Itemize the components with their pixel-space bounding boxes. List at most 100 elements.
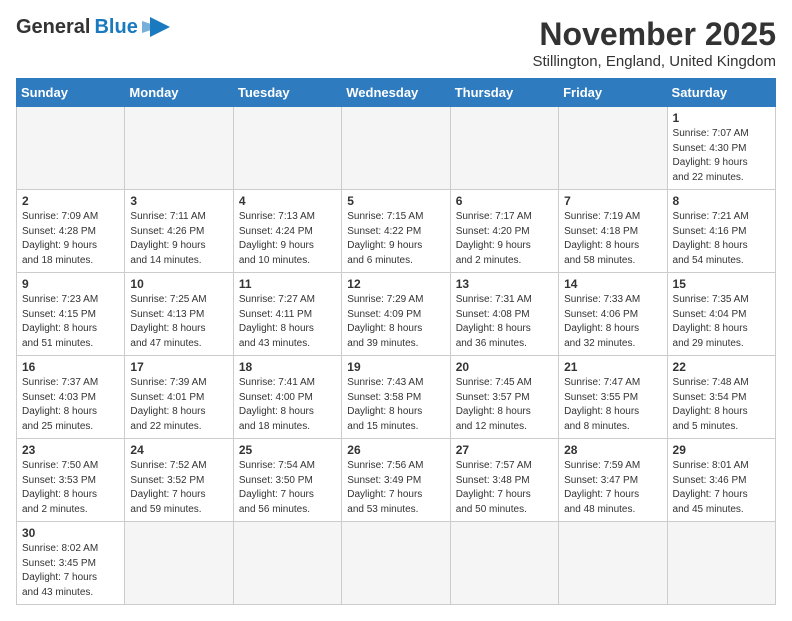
weekday-header-tuesday: Tuesday (233, 79, 341, 107)
calendar-cell (559, 522, 667, 605)
day-number: 30 (22, 526, 119, 540)
calendar-cell: 1 Sunrise: 7:07 AM Sunset: 4:30 PM Daylig… (667, 107, 775, 190)
calendar-cell: 16 Sunrise: 7:37 AM Sunset: 4:03 PM Dayli… (17, 356, 125, 439)
day-number: 5 (347, 194, 444, 208)
day-info: Sunrise: 7:37 AM Sunset: 4:03 PM Dayligh… (22, 376, 119, 434)
calendar-cell (17, 107, 125, 190)
day-info: Sunrise: 7:57 AM Sunset: 3:48 PM Dayligh… (456, 459, 553, 517)
calendar-cell: 11 Sunrise: 7:27 AM Sunset: 4:11 PM Dayli… (233, 273, 341, 356)
calendar-week-row: 9 Sunrise: 7:23 AM Sunset: 4:15 PM Daylig… (17, 273, 776, 356)
day-number: 23 (22, 443, 119, 457)
calendar-cell (233, 522, 341, 605)
day-number: 13 (456, 277, 553, 291)
calendar-cell: 28 Sunrise: 7:59 AM Sunset: 3:47 PM Dayli… (559, 439, 667, 522)
day-info: Sunrise: 7:29 AM Sunset: 4:09 PM Dayligh… (347, 293, 444, 351)
logo-general-text: General (16, 16, 90, 39)
weekday-header-row: SundayMondayTuesdayWednesdayThursdayFrid… (17, 79, 776, 107)
calendar-cell: 4Sunrise: 7:13 AM Sunset: 4:24 PM Daylig… (233, 190, 341, 273)
day-number: 26 (347, 443, 444, 457)
calendar-table: SundayMondayTuesdayWednesdayThursdayFrid… (16, 78, 776, 605)
day-number: 20 (456, 360, 553, 374)
day-info: Sunrise: 7:31 AM Sunset: 4:08 PM Dayligh… (456, 293, 553, 351)
weekday-header-monday: Monday (125, 79, 233, 107)
day-number: 24 (130, 443, 227, 457)
calendar-week-row: 1 Sunrise: 7:07 AM Sunset: 4:30 PM Daylig… (17, 107, 776, 190)
calendar-week-row: 30Sunrise: 8:02 AM Sunset: 3:45 PM Dayli… (17, 522, 776, 605)
day-number: 19 (347, 360, 444, 374)
day-number: 6 (456, 194, 553, 208)
logo: General Blue (16, 16, 170, 39)
calendar-cell: 9 Sunrise: 7:23 AM Sunset: 4:15 PM Daylig… (17, 273, 125, 356)
day-number: 3 (130, 194, 227, 208)
calendar-cell: 22 Sunrise: 7:48 AM Sunset: 3:54 PM Dayli… (667, 356, 775, 439)
calendar-week-row: 16 Sunrise: 7:37 AM Sunset: 4:03 PM Dayli… (17, 356, 776, 439)
day-info: Sunrise: 7:59 AM Sunset: 3:47 PM Dayligh… (564, 459, 661, 517)
day-info: Sunrise: 7:41 AM Sunset: 4:00 PM Dayligh… (239, 376, 336, 434)
day-number: 1 (673, 111, 770, 125)
calendar-cell: 6 Sunrise: 7:17 AM Sunset: 4:20 PM Daylig… (450, 190, 558, 273)
calendar-cell: 25 Sunrise: 7:54 AM Sunset: 3:50 PM Dayli… (233, 439, 341, 522)
day-number: 16 (22, 360, 119, 374)
day-number: 2 (22, 194, 119, 208)
day-info: Sunrise: 7:43 AM Sunset: 3:58 PM Dayligh… (347, 376, 444, 434)
day-number: 22 (673, 360, 770, 374)
day-info: Sunrise: 7:19 AM Sunset: 4:18 PM Dayligh… (564, 210, 661, 268)
calendar-cell: 23Sunrise: 7:50 AM Sunset: 3:53 PM Dayli… (17, 439, 125, 522)
day-info: Sunrise: 7:35 AM Sunset: 4:04 PM Dayligh… (673, 293, 770, 351)
day-number: 27 (456, 443, 553, 457)
weekday-header-sunday: Sunday (17, 79, 125, 107)
calendar-cell: 19 Sunrise: 7:43 AM Sunset: 3:58 PM Dayli… (342, 356, 450, 439)
day-info: Sunrise: 7:27 AM Sunset: 4:11 PM Dayligh… (239, 293, 336, 351)
day-info: Sunrise: 7:39 AM Sunset: 4:01 PM Dayligh… (130, 376, 227, 434)
calendar-week-row: 23Sunrise: 7:50 AM Sunset: 3:53 PM Dayli… (17, 439, 776, 522)
title-area: November 2025 Stillington, England, Unit… (533, 16, 777, 70)
day-number: 7 (564, 194, 661, 208)
calendar-cell (667, 522, 775, 605)
calendar-cell: 12Sunrise: 7:29 AM Sunset: 4:09 PM Dayli… (342, 273, 450, 356)
day-info: Sunrise: 7:09 AM Sunset: 4:28 PM Dayligh… (22, 210, 119, 268)
calendar-cell (342, 522, 450, 605)
month-title: November 2025 (533, 16, 777, 53)
day-number: 18 (239, 360, 336, 374)
calendar-cell: 27 Sunrise: 7:57 AM Sunset: 3:48 PM Dayli… (450, 439, 558, 522)
day-info: Sunrise: 7:15 AM Sunset: 4:22 PM Dayligh… (347, 210, 444, 268)
calendar-cell (233, 107, 341, 190)
day-info: Sunrise: 7:25 AM Sunset: 4:13 PM Dayligh… (130, 293, 227, 351)
calendar-cell (450, 107, 558, 190)
calendar-cell (450, 522, 558, 605)
day-number: 28 (564, 443, 661, 457)
weekday-header-wednesday: Wednesday (342, 79, 450, 107)
calendar-cell: 7 Sunrise: 7:19 AM Sunset: 4:18 PM Daylig… (559, 190, 667, 273)
calendar-cell: 18 Sunrise: 7:41 AM Sunset: 4:00 PM Dayli… (233, 356, 341, 439)
day-info: Sunrise: 7:23 AM Sunset: 4:15 PM Dayligh… (22, 293, 119, 351)
calendar-cell: 17 Sunrise: 7:39 AM Sunset: 4:01 PM Dayli… (125, 356, 233, 439)
weekday-header-saturday: Saturday (667, 79, 775, 107)
day-info: Sunrise: 7:47 AM Sunset: 3:55 PM Dayligh… (564, 376, 661, 434)
day-info: Sunrise: 7:11 AM Sunset: 4:26 PM Dayligh… (130, 210, 227, 268)
day-info: Sunrise: 7:17 AM Sunset: 4:20 PM Dayligh… (456, 210, 553, 268)
day-number: 14 (564, 277, 661, 291)
day-info: Sunrise: 7:45 AM Sunset: 3:57 PM Dayligh… (456, 376, 553, 434)
day-number: 17 (130, 360, 227, 374)
calendar-cell (125, 522, 233, 605)
day-info: Sunrise: 8:01 AM Sunset: 3:46 PM Dayligh… (673, 459, 770, 517)
day-number: 9 (22, 277, 119, 291)
day-info: Sunrise: 7:54 AM Sunset: 3:50 PM Dayligh… (239, 459, 336, 517)
calendar-cell: 5 Sunrise: 7:15 AM Sunset: 4:22 PM Daylig… (342, 190, 450, 273)
logo-icon (142, 17, 170, 39)
calendar-cell: 30Sunrise: 8:02 AM Sunset: 3:45 PM Dayli… (17, 522, 125, 605)
calendar-cell: 8Sunrise: 7:21 AM Sunset: 4:16 PM Daylig… (667, 190, 775, 273)
day-info: Sunrise: 7:48 AM Sunset: 3:54 PM Dayligh… (673, 376, 770, 434)
day-info: Sunrise: 7:07 AM Sunset: 4:30 PM Dayligh… (673, 127, 770, 185)
location: Stillington, England, United Kingdom (533, 53, 777, 70)
day-number: 8 (673, 194, 770, 208)
calendar-cell: 10Sunrise: 7:25 AM Sunset: 4:13 PM Dayli… (125, 273, 233, 356)
day-number: 21 (564, 360, 661, 374)
calendar-cell: 24Sunrise: 7:52 AM Sunset: 3:52 PM Dayli… (125, 439, 233, 522)
calendar-cell (559, 107, 667, 190)
calendar-cell: 14Sunrise: 7:33 AM Sunset: 4:06 PM Dayli… (559, 273, 667, 356)
calendar-cell: 26Sunrise: 7:56 AM Sunset: 3:49 PM Dayli… (342, 439, 450, 522)
day-number: 25 (239, 443, 336, 457)
day-number: 11 (239, 277, 336, 291)
calendar-cell: 13 Sunrise: 7:31 AM Sunset: 4:08 PM Dayli… (450, 273, 558, 356)
